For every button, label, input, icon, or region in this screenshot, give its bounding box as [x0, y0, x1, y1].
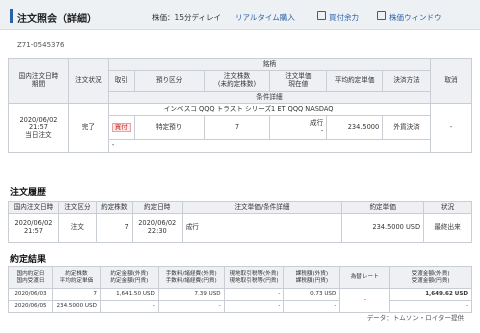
custody-value: 特定預り — [133, 115, 205, 140]
header-settlement: 決済方法 — [382, 70, 432, 92]
history-exec-price: 234.5000 USD — [341, 213, 425, 243]
header-order-datetime: 国内注文日時 期間 — [8, 58, 69, 104]
exec-header-amount: 約定金額(外貨) 約定金額(円貨) — [99, 266, 159, 289]
exec-date: 2020/06/03 — [8, 288, 53, 301]
data-credit: データ：トムソン・ロイター提供 — [366, 314, 464, 322]
exec-fee: - — [157, 300, 225, 313]
exec-fee: 7.39 USD — [157, 288, 225, 301]
exec-header-date: 国内約定日 国内受渡日 — [8, 266, 53, 289]
exec-local-tax: - — [223, 288, 285, 301]
window-icon — [377, 11, 386, 20]
exec-tax: - — [283, 300, 341, 313]
stock-window-link[interactable]: 株価ウィンドウ — [389, 12, 442, 23]
history-status: 最終出来 — [423, 213, 472, 243]
order-status: 完了 — [67, 103, 109, 153]
title-accent-bar — [10, 9, 13, 23]
order-price: 成行 — [310, 118, 324, 127]
history-header: 国内注文日時 — [8, 201, 59, 214]
history-header: 状況 — [423, 201, 472, 214]
exec-settlement: - — [389, 300, 472, 313]
exec-header-fee: 手数料/諸経費(外貨) 手数料/諸経費(円貨) — [157, 266, 225, 289]
history-exec-datetime: 2020/06/02 22:30 — [131, 213, 183, 243]
conditions-value: - — [107, 139, 432, 153]
header-side: 取引 — [107, 70, 135, 92]
window-icon — [317, 11, 326, 20]
history-header: 注文区分 — [57, 201, 97, 214]
header-status: 注文状況 — [67, 58, 109, 104]
exec-row: 2020/06/05 234.5000 USD - - - - - — [8, 300, 472, 313]
exec-settlement: 1,649.62 USD — [389, 288, 472, 301]
order-history-table: 国内注文日時 注文区分 約定株数 約定日時 注文単価/条件詳細 約定単価 状況 … — [8, 201, 472, 243]
header-cancel: 取消 — [430, 58, 472, 104]
execution-table: 国内約定日 国内受渡日 約定株数 平均約定単価 約定金額(外貨) 約定金額(円貨… — [8, 266, 472, 313]
history-type: 注文 — [57, 213, 97, 243]
exec-qty: 7 — [51, 288, 101, 301]
exec-local-tax: - — [223, 300, 285, 313]
exec-row: 2020/06/03 7 1,641.50 USD 7.39 USD - 0.7… — [8, 288, 472, 313]
exec-qty: 234.5000 USD — [51, 300, 101, 313]
header-conditions: 条件詳細 — [107, 91, 432, 104]
history-header: 注文単価/条件詳細 — [181, 201, 343, 214]
order-id: Z71-0545376 — [17, 41, 65, 49]
exec-amount: 1,641.50 USD — [99, 288, 159, 301]
order-datetime: 2020/06/02 21:57 当日注文 — [8, 103, 69, 153]
header-avg-price: 平均約定単価 — [326, 70, 384, 92]
buying-power-link[interactable]: 買付余力 — [329, 12, 359, 23]
history-header: 約定株数 — [95, 201, 133, 214]
exec-date: 2020/06/05 — [8, 300, 53, 313]
exec-tax: 0.73 USD — [283, 288, 341, 301]
exec-amount: - — [99, 300, 159, 313]
qty-value: 7 — [203, 115, 271, 140]
history-datetime: 2020/06/02 21:57 — [8, 213, 59, 243]
header-qty: 注文株数 (未約定株数) — [203, 70, 271, 92]
cancel-value: - — [430, 103, 472, 153]
history-header: 約定日時 — [131, 201, 183, 214]
page-title: 注文照会（詳細） — [17, 14, 97, 25]
history-price: 成行 — [181, 213, 343, 243]
avg-price-value: 234.5000 — [326, 115, 384, 140]
settlement-value: 外貨決済 — [382, 115, 432, 140]
history-qty: 7 — [95, 213, 133, 243]
history-row: 2020/06/02 21:57 注文 7 2020/06/02 22:30 成… — [8, 213, 472, 243]
price-cell: 成行 - — [269, 115, 328, 140]
history-section-title: 注文履歴 — [10, 188, 47, 198]
exec-header-settlement: 受渡金額(外貨) 受渡金額(円貨) — [389, 266, 472, 289]
exec-header-qty: 約定株数 平均約定単価 — [51, 266, 101, 289]
exec-header-local-tax: 現地取引税等(外貨) 現地取引税等(円貨) — [223, 266, 285, 289]
page-header: 注文照会（詳細） 株価：15分ディレイ リアルタイム購入 買付余力 株価ウィンド… — [0, 0, 480, 30]
execution-section-title: 約定結果 — [10, 255, 47, 265]
current-price: - — [320, 126, 324, 135]
exec-header-tax: 課税額(外貨) 課税額(円貨) — [283, 266, 341, 289]
header-brand: 銘柄 — [107, 58, 432, 71]
side-cell: 買付 — [107, 115, 135, 140]
buy-badge: 買付 — [111, 122, 131, 133]
order-detail-table: 国内注文日時 期間 注文状況 銘柄 取消 取引 預り区分 注文株数 (未約定株数… — [8, 58, 472, 153]
header-custody: 預り区分 — [133, 70, 205, 92]
brand-name: インベスコ QQQ トラスト シリーズ1 ET QQQ NASDAQ — [107, 103, 432, 116]
exec-header-rate: 為替レート — [339, 266, 391, 289]
exec-rate: - — [339, 288, 391, 313]
header-price: 注文単価 現在値 — [269, 70, 328, 92]
delay-notice: 株価：15分ディレイ — [152, 13, 222, 22]
history-header: 約定単価 — [341, 201, 425, 214]
realtime-purchase-link[interactable]: リアルタイム購入 — [235, 12, 295, 23]
